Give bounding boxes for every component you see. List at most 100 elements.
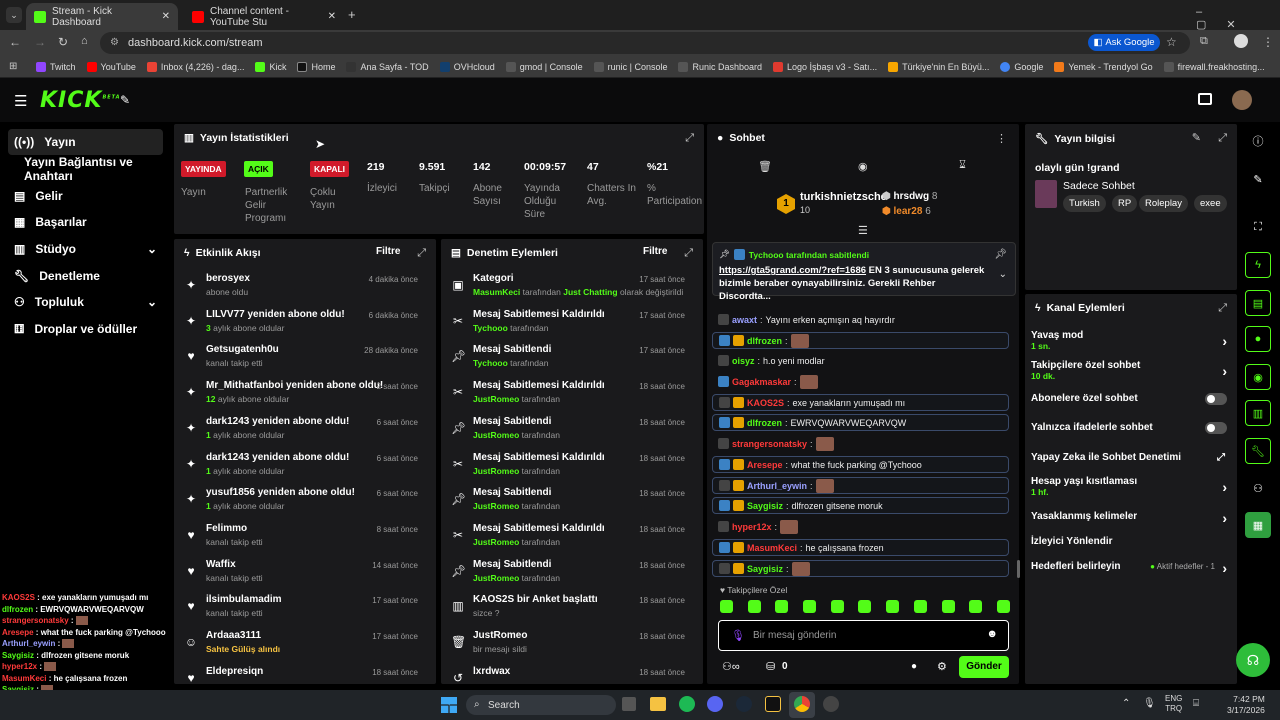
activity-row[interactable]: ✦ berosyex abone oldu 4 dakika önce: [174, 272, 426, 308]
chat-message[interactable]: dlfrozen:: [712, 332, 1009, 349]
bookmark-inbox[interactable]: Inbox (4,226) - dag...: [146, 61, 244, 72]
reload-icon[interactable]: ↻: [58, 35, 68, 49]
forward-icon[interactable]: →: [34, 35, 46, 49]
microphone-icon[interactable]: 🎙︎: [1143, 698, 1156, 709]
expand-icon[interactable]: ⤢: [684, 247, 693, 260]
expand-pin-icon[interactable]: ⌄: [999, 269, 1007, 280]
chevron-right-icon[interactable]: ›: [1222, 333, 1227, 349]
bookmark-twitch[interactable]: Twitch: [36, 61, 76, 72]
home-icon[interactable]: ⌂: [81, 35, 88, 47]
info-icon[interactable]: ⓘ: [1245, 128, 1271, 154]
chat-message[interactable]: hyper12x:: [712, 518, 799, 535]
category-name[interactable]: Sadece Sohbet: [1063, 180, 1135, 192]
emote-icon[interactable]: [720, 600, 733, 613]
chat-username[interactable]: strangersonatsky: [732, 439, 807, 449]
chat-message[interactable]: Arthurl_eywin:: [712, 477, 1009, 494]
profile-avatar[interactable]: [1234, 34, 1248, 48]
activity-row[interactable]: ✦ yusuf1856 yeniden abone oldu! 1 aylık ab…: [174, 486, 426, 522]
microphone-icon[interactable]: 🎙︎: [731, 629, 745, 642]
chevron-right-icon[interactable]: ›: [1222, 510, 1227, 526]
bookmark-kick[interactable]: Kick: [255, 61, 286, 72]
bookmark-ovhcloud[interactable]: OVHcloud: [439, 61, 495, 72]
bolt-icon[interactable]: ϟ: [1245, 252, 1271, 278]
tab-search-button[interactable]: ⌄: [6, 7, 22, 23]
emote-icon[interactable]: [913, 600, 927, 613]
channel-action-row[interactable]: İzleyici Yönlendir: [1031, 536, 1227, 547]
bookmark-home[interactable]: Home: [297, 61, 335, 72]
tab-kick-dashboard[interactable]: Stream - Kick Dashboard ✕: [26, 3, 178, 30]
channel-action-row[interactable]: Takipçilere özel sohbet 10 dk. ›: [1031, 360, 1227, 381]
points-icon[interactable]: ⛁: [766, 660, 775, 673]
task-view-icon[interactable]: [622, 697, 636, 711]
activity-row[interactable]: ♥ Eldepresiqn 18 saat önce: [174, 665, 426, 684]
chevron-right-icon[interactable]: ›: [1222, 479, 1227, 495]
chrome-icon[interactable]: [794, 696, 810, 712]
chat-bubble-icon[interactable]: ◉: [858, 160, 868, 173]
bookmark-youtube[interactable]: YouTube: [86, 61, 136, 72]
chat-username[interactable]: Arthurl_eywin: [747, 481, 807, 491]
gifter-name[interactable]: ⬢ lear28 6: [882, 206, 931, 217]
emote-icon[interactable]: [803, 600, 817, 613]
edit-icon[interactable]: ✎: [1245, 166, 1271, 192]
stream-preview-icon[interactable]: [1198, 93, 1212, 105]
chat-username[interactable]: awaxt: [732, 315, 757, 325]
support-headset-icon[interactable]: ☊: [1236, 643, 1270, 677]
moderation-row[interactable]: ✂ Mesaj Sabitlemesi Kaldırıldı JustRomeo t…: [441, 522, 693, 558]
channel-action-row[interactable]: Hesap yaşı kısıtlaması 1 hf. ›: [1031, 476, 1227, 497]
windows-start-icon[interactable]: [441, 697, 457, 713]
moderation-row[interactable]: 📌︎ Mesaj Sabitlendi JustRomeo tarafından 18…: [441, 415, 693, 451]
back-icon[interactable]: ←: [9, 35, 21, 49]
chat-menu-icon[interactable]: ⋮: [996, 132, 1007, 145]
bookmark-star-icon[interactable]: ☆: [1166, 35, 1177, 49]
chat-icon[interactable]: ●: [1245, 326, 1271, 352]
new-tab-icon[interactable]: +: [348, 7, 356, 22]
moderation-row[interactable]: ✂ Mesaj Sabitlemesi Kaldırıldı Tychooo tar…: [441, 308, 693, 344]
channel-action-row[interactable]: Abonelere özel sohbet: [1031, 393, 1227, 405]
emote-icon[interactable]: [941, 600, 955, 613]
spotify-icon[interactable]: [679, 696, 695, 712]
bookmark-runic-dashboard[interactable]: Runic Dashboard: [678, 61, 762, 72]
expand-icon[interactable]: ⤢: [1218, 302, 1227, 315]
chat-message[interactable]: awaxt: Yayını erken açmışın aq hayırdır: [712, 311, 895, 328]
send-button[interactable]: Gönder: [959, 656, 1009, 678]
wrench-icon[interactable]: 🔧︎: [1245, 438, 1271, 464]
tag-chip[interactable]: Roleplay: [1139, 195, 1188, 212]
activity-row[interactable]: ♥ Waffix kanalı takip etti 14 saat önce: [174, 558, 426, 594]
close-tab-icon[interactable]: ✕: [162, 11, 170, 22]
filter-button[interactable]: Filtre: [643, 246, 667, 257]
chat-message[interactable]: Saygisiz: dlfrozen gitsene moruk: [712, 497, 1009, 514]
chat-username[interactable]: Aresepe: [747, 460, 783, 470]
bookmark-gmod[interactable]: gmod | Console: [505, 61, 583, 72]
language-indicator[interactable]: ENG TRQ: [1165, 694, 1182, 715]
obs-icon[interactable]: [823, 696, 839, 712]
activity-row[interactable]: ♥ ilsimbulamadim kanalı takip etti 17 saat …: [174, 593, 426, 629]
activity-row[interactable]: ✦ dark1243 yeniden abone oldu! 1 aylık abo…: [174, 415, 426, 451]
channel-action-row[interactable]: Yalnızca ifadelerle sohbet: [1031, 422, 1227, 434]
pin-icon[interactable]: 📌︎: [994, 249, 1007, 260]
clock[interactable]: 7:42 PM 3/17/2026: [1227, 694, 1265, 716]
bookmark-firewall[interactable]: firewall.freakhosting...: [1163, 61, 1265, 72]
bookmark-turkiye[interactable]: Türkiye'nin En Büyü...: [888, 61, 989, 72]
emote-icon[interactable]: [886, 600, 900, 613]
trash-icon[interactable]: 🗑︎: [758, 160, 772, 173]
channel-action-row[interactable]: Yapay Zeka ile Sohbet Denetimi ⤢: [1031, 452, 1227, 463]
chat-message[interactable]: dlfrozen: EWRVQWARVWEQARVQW: [712, 414, 1009, 431]
emote-icon[interactable]: [747, 600, 761, 613]
chat-message[interactable]: Aresepe: what the fuck parking @Tychooo: [712, 456, 1009, 473]
activity-row[interactable]: ✦ Mr_Mithatfanboi yeniden abone oldu! 12 a…: [174, 379, 426, 415]
external-link-icon[interactable]: ⤢: [1217, 452, 1225, 463]
chat-username[interactable]: dlfrozen: [747, 418, 782, 428]
broadcast-icon[interactable]: ◉: [1245, 364, 1271, 390]
chat-message[interactable]: oisyz: h.o yeni modlar: [712, 352, 825, 369]
tag-chip[interactable]: exee: [1194, 195, 1227, 212]
moderation-row[interactable]: 📌︎ Mesaj Sabitlendi JustRomeo tarafından 18…: [441, 558, 693, 594]
chat-username[interactable]: Saygisiz: [747, 564, 783, 574]
sidebar-item-droplar[interactable]: ⚅ Droplar ve ödüller: [8, 316, 163, 342]
user-avatar[interactable]: [1232, 90, 1252, 110]
kick-logo[interactable]: KICKBETA: [40, 88, 121, 113]
moderation-row[interactable]: 📌︎ Mesaj Sabitlendi JustRomeo tarafından 18…: [441, 486, 693, 522]
site-info-icon[interactable]: ⚙: [110, 37, 119, 48]
chat-message[interactable]: Gagakmaskar:: [712, 373, 818, 390]
moderation-row[interactable]: ▣ Kategori MasumKeci tarafından Just Chatt…: [441, 272, 693, 308]
bookmark-google[interactable]: Google: [1000, 61, 1043, 72]
